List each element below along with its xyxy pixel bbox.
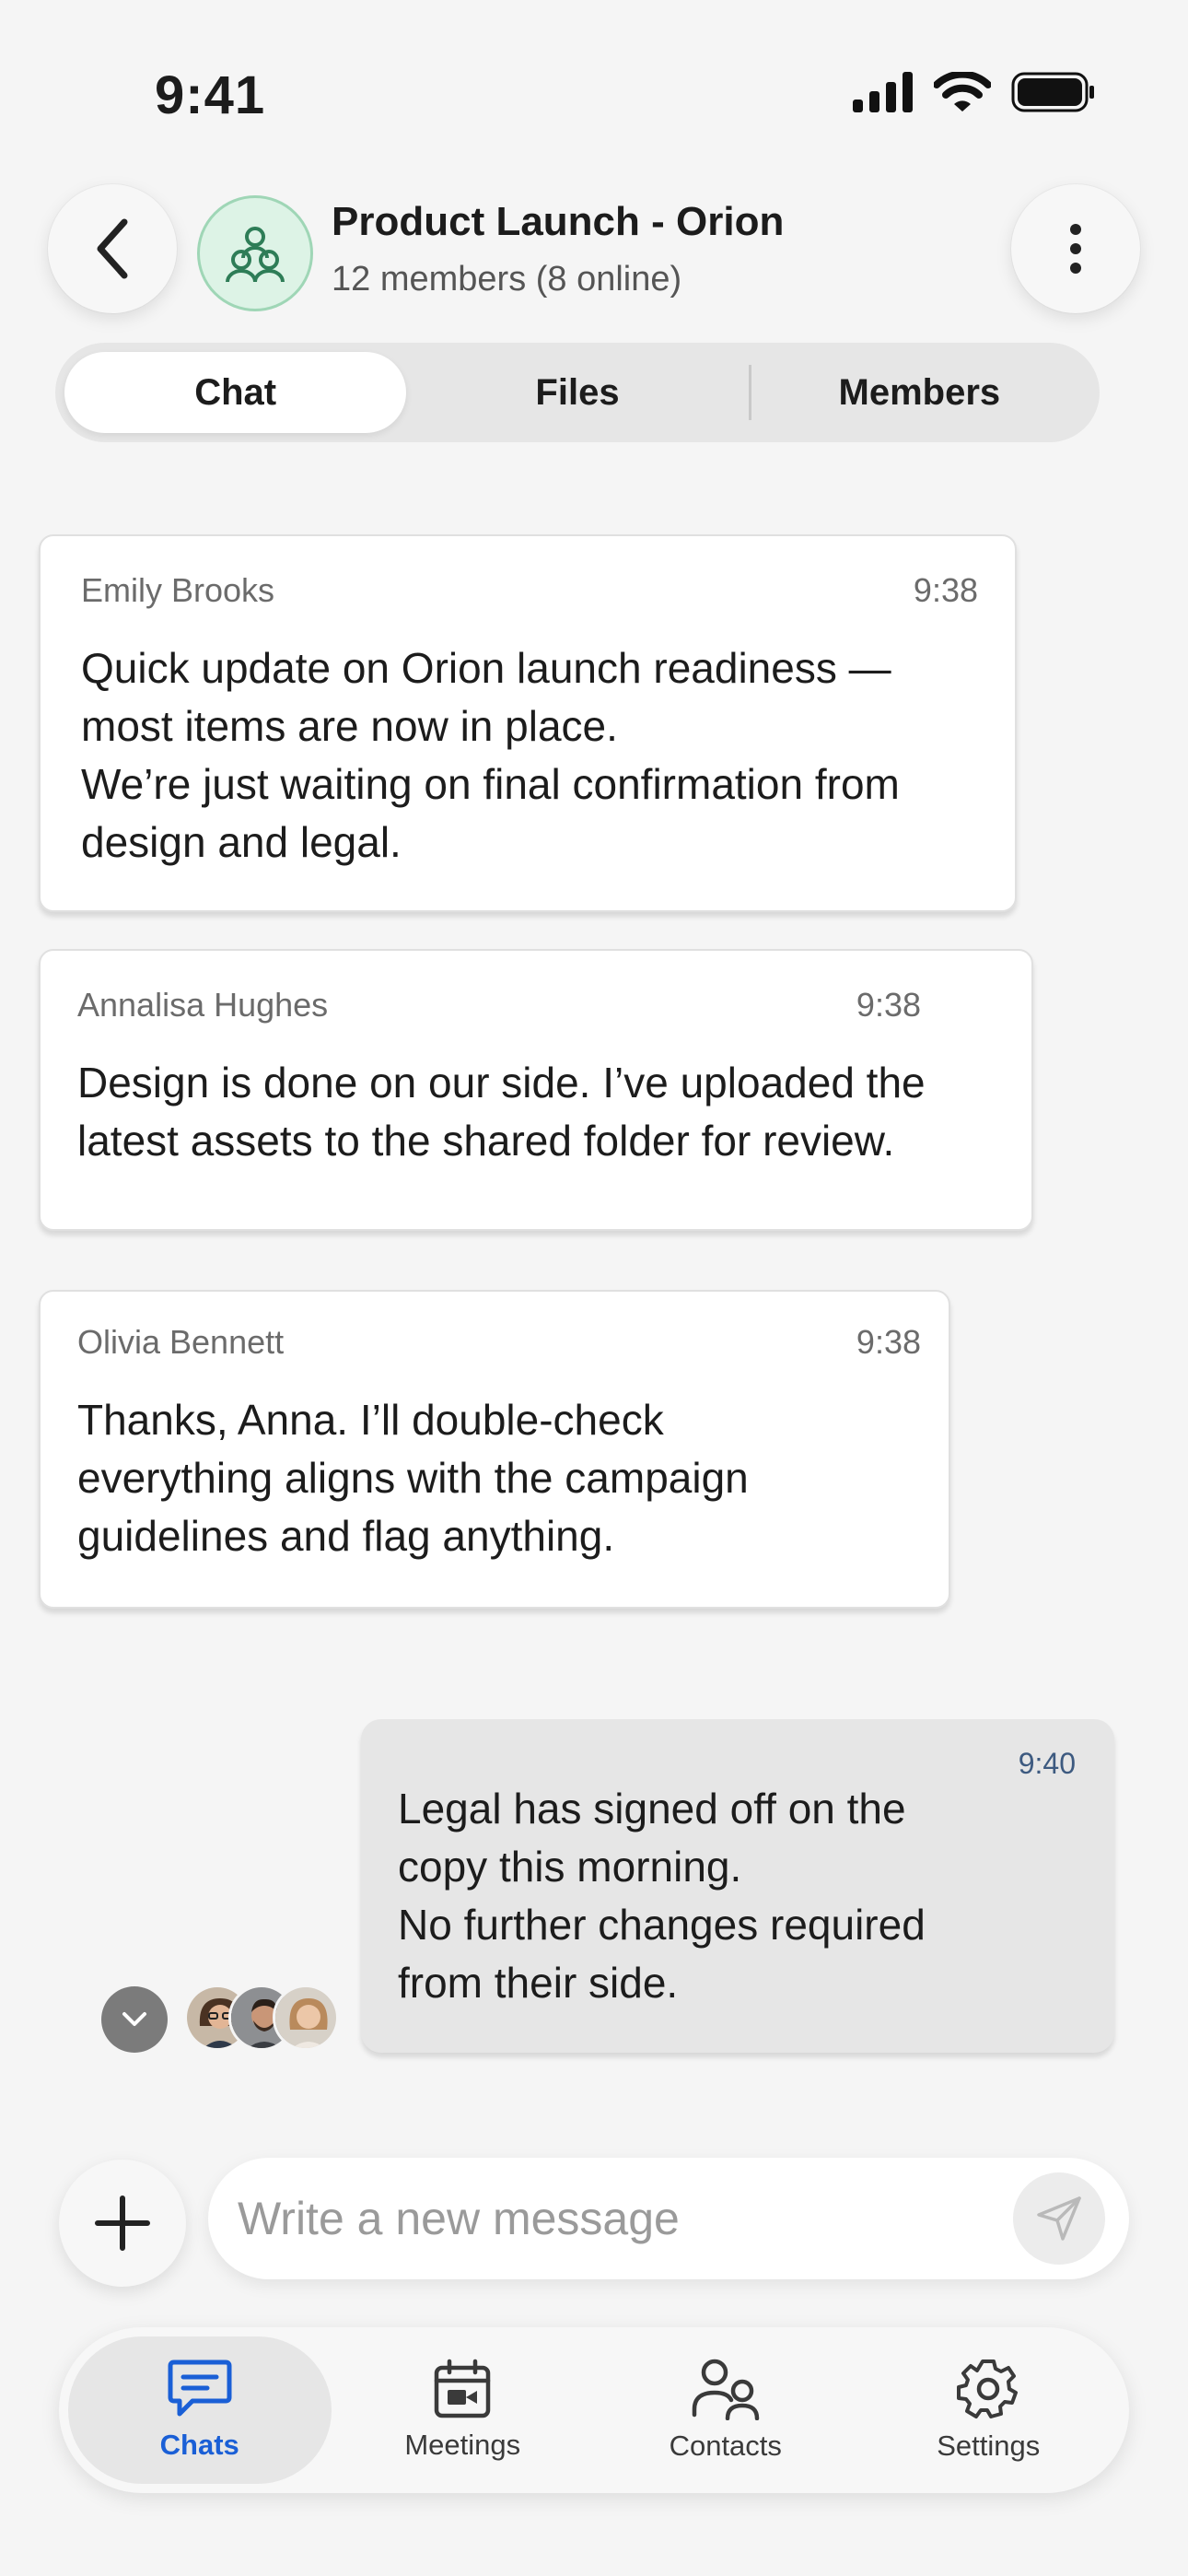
status-bar-icons <box>853 72 1096 112</box>
person-avatar-icon <box>275 1987 336 2048</box>
message-line: Quick update on Orion launch readiness — <box>81 644 891 692</box>
message-sender: Emily Brooks <box>81 571 275 609</box>
chat-tabs: Chat Files Members <box>55 343 1100 442</box>
chevron-down-icon <box>122 2012 146 2026</box>
message-time: 9:38 <box>913 571 978 609</box>
chat-member-count: 12 members (8 online) <box>332 260 682 299</box>
add-attachment-button[interactable] <box>59 2160 186 2287</box>
reader-avatar[interactable] <box>273 1985 339 2051</box>
message-sender: Annalisa Hughes <box>77 986 329 1024</box>
send-paper-plane-icon <box>1037 2196 1081 2241</box>
tab-settings[interactable]: Settings <box>857 2336 1121 2484</box>
tab-members-label: Members <box>838 371 1001 413</box>
tab-chats[interactable]: Chats <box>68 2336 332 2484</box>
tab-files-label: Files <box>535 371 620 413</box>
own-message-bubble[interactable]: 9:40 Legal has signed off on the copy th… <box>361 1719 1114 2053</box>
tab-contacts[interactable]: Contacts <box>594 2336 857 2484</box>
message-line: Thanks, Anna. I’ll double-check <box>77 1396 664 1444</box>
status-bar-time: 9:41 <box>155 65 266 125</box>
message-body: Design is done on our side. I’ve uploade… <box>77 1054 926 1170</box>
send-button[interactable] <box>1013 2172 1105 2265</box>
collapse-receipts-button[interactable] <box>101 1986 168 2053</box>
back-button[interactable] <box>48 184 177 313</box>
vertical-dots-icon <box>1070 224 1081 274</box>
message-time: 9:38 <box>856 986 921 1024</box>
message-card[interactable]: Emily Brooks 9:38 Quick update on Orion … <box>39 534 1017 912</box>
message-sender: Olivia Bennett <box>77 1323 285 1361</box>
chevron-left-icon <box>97 218 128 279</box>
tab-chat[interactable]: Chat <box>64 352 407 433</box>
message-body: Legal has signed off on the copy this mo… <box>398 1780 1079 2012</box>
message-body: Thanks, Anna. I’ll double-check everythi… <box>77 1391 749 1565</box>
message-line: copy this morning. <box>398 1843 742 1891</box>
more-options-button[interactable] <box>1011 184 1140 313</box>
gear-icon <box>957 2359 1019 2418</box>
message-body: Quick update on Orion launch readiness —… <box>81 639 900 872</box>
tab-members[interactable]: Members <box>748 352 1090 433</box>
chat-bubble-icon <box>168 2359 232 2417</box>
contacts-icon <box>692 2359 759 2420</box>
message-line: design and legal. <box>81 818 402 866</box>
group-avatar[interactable] <box>197 195 313 311</box>
message-line: We’re just waiting on final confirmation… <box>81 760 900 808</box>
group-people-icon <box>226 227 285 283</box>
tab-meetings-label: Meetings <box>404 2429 521 2461</box>
message-line: Legal has signed off on the <box>398 1785 906 1832</box>
tab-meetings[interactable]: Meetings <box>332 2336 595 2484</box>
message-line: No further changes required <box>398 1901 926 1949</box>
message-card[interactable]: Olivia Bennett 9:38 Thanks, Anna. I’ll d… <box>39 1290 950 1609</box>
message-card[interactable]: Annalisa Hughes 9:38 Design is done on o… <box>39 949 1033 1231</box>
message-line: from their side. <box>398 1959 679 2007</box>
message-line: everything aligns with the campaign <box>77 1454 749 1502</box>
chat-title: Product Launch - Orion <box>332 199 785 244</box>
tab-chat-label: Chat <box>194 371 277 413</box>
tab-files[interactable]: Files <box>406 352 748 433</box>
bottom-tab-bar: Chats Meetings Contacts Settings <box>59 2327 1129 2493</box>
battery-icon <box>1011 72 1094 112</box>
message-line: latest assets to the shared folder for r… <box>77 1117 895 1165</box>
message-line: most items are now in place. <box>81 702 618 750</box>
message-time: 9:40 <box>1018 1747 1076 1780</box>
message-composer <box>208 2158 1129 2279</box>
tab-chats-label: Chats <box>159 2429 239 2461</box>
wifi-icon <box>934 72 991 111</box>
message-line: Design is done on our side. I’ve uploade… <box>77 1059 926 1107</box>
message-input[interactable] <box>238 2182 974 2255</box>
plus-icon <box>95 2195 150 2251</box>
calendar-video-icon <box>435 2359 491 2418</box>
message-line: guidelines and flag anything. <box>77 1512 615 1560</box>
tab-settings-label: Settings <box>937 2430 1041 2462</box>
message-time: 9:38 <box>856 1323 921 1361</box>
tab-divider <box>748 365 751 420</box>
tab-contacts-label: Contacts <box>669 2430 782 2462</box>
cellular-signal-icon <box>853 72 913 112</box>
